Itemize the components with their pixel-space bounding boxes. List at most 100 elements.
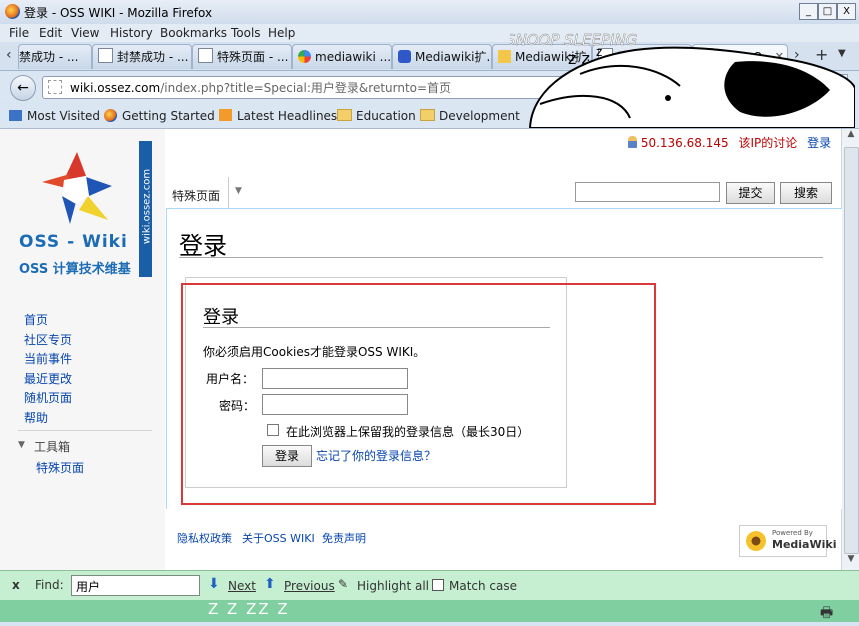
tab-1[interactable]: 禁成功 - ... [18,44,92,69]
highlight-all-button[interactable]: Highlight all [357,579,429,593]
highlight-annotation-box [181,283,656,505]
sidebar-link-recent-changes[interactable]: 最近更改 [24,370,72,387]
sidebar-link-current-events[interactable]: 当前事件 [24,350,72,367]
user-icon [628,136,637,148]
search-text: mediawiki 禁止l [696,81,788,95]
menu-history[interactable]: History [110,26,153,40]
logo-vertical-banner: wiki.ossez.com [139,141,153,277]
tab-8-active[interactable]: 登录 - O... ✕ [692,44,788,69]
menu-edit[interactable]: Edit [39,26,62,40]
match-case-label[interactable]: Match case [449,579,517,593]
footer-privacy-link[interactable]: 隐私权政策 [177,530,232,546]
personal-tools: 50.136.68.145 该IP的讨论 登录 [628,134,831,151]
close-button[interactable]: X [837,3,856,20]
google-icon [298,50,311,63]
tab-close-icon[interactable]: ✕ [775,45,784,69]
minimize-button[interactable]: _ [799,3,818,20]
new-tab-icon[interactable]: + [815,45,828,64]
ip-address-link[interactable]: 50.136.68.145 [641,136,729,150]
page-icon [598,48,613,63]
printer-icon[interactable]: 🖶 [820,602,833,626]
bookmark-star-icon[interactable]: ☆ [610,77,623,95]
mediawiki-icon [498,50,511,63]
window-title: 登录 - OSS WIKI - Mozilla Firefox [24,6,213,20]
firefox-icon [104,109,117,122]
url-text[interactable]: wiki.ossez.com/index.php?title=Special:用… [70,79,451,96]
firefox-icon [5,4,20,19]
page-title: 登录 [179,232,227,260]
match-case-checkbox[interactable] [432,579,444,591]
menu-tools[interactable]: Tools [231,26,261,40]
search-button[interactable]: 搜索 [780,182,832,204]
sidebar-link-main-page[interactable]: 首页 [24,311,48,328]
chevron-down-icon: ▼ [235,186,242,196]
footer-disclaimer-link[interactable]: 免责声明 [322,530,366,546]
login-link[interactable]: 登录 [807,136,831,150]
tab-scroll-right-icon[interactable]: › [794,47,800,63]
most-visited-icon [9,110,22,121]
ip-talk-link[interactable]: 该IP的讨论 [738,136,797,150]
search-magnifier-icon[interactable]: ⌕ [796,77,803,92]
menu-file[interactable]: File [9,26,29,40]
wiki-logo-icon[interactable] [42,152,112,227]
logo-name: OSS - Wiki [19,232,128,252]
tab-special-page[interactable]: 特殊页面 [166,177,229,208]
sidebar-link-help[interactable]: 帮助 [24,409,48,426]
tab-scroll-left-icon[interactable]: ‹ [6,47,12,63]
highlight-pen-icon: ✎ [338,577,349,591]
search-engine-google-icon[interactable] [678,80,690,92]
menu-bookmarks[interactable]: Bookmarks [160,26,227,40]
arrow-up-icon: ⬆ [264,576,276,592]
menu-bar: File Edit View History Bookmarks Tools H… [0,24,859,42]
maximize-button[interactable]: □ [818,3,837,20]
go-button[interactable]: 提交 [726,182,775,204]
footer-about-link[interactable]: 关于OSS WIKI [242,530,315,546]
folder-icon [337,109,352,121]
folder-icon [420,109,435,121]
bookmark-development[interactable]: Development [420,109,520,123]
bookmark-education[interactable]: Education [337,109,416,123]
tab-2[interactable]: 封禁成功 - ... [92,44,192,69]
arrow-down-icon: ⬇ [208,576,220,592]
toolbox-expand-icon[interactable]: ▼ [18,440,25,450]
status-zzz-text: Z Z ZZ Z [208,600,290,618]
home-button[interactable]: ⌂ [820,74,848,99]
tab-4[interactable]: mediawiki ... [292,44,392,69]
tab-6[interactable]: Mediawiki扩... [492,44,592,69]
find-previous-button[interactable]: Previous [284,579,335,593]
site-identity-icon[interactable] [48,80,62,94]
baidu-icon [398,50,411,63]
wiki-search-input[interactable] [575,182,720,202]
logo-subtitle: OSS 计算技术维基 [19,262,131,277]
tab-list-icon[interactable]: ▼ [838,48,846,59]
back-button[interactable]: ← [10,75,36,101]
find-input-value: 用户 [76,580,101,594]
page-actions-dropdown[interactable]: ▼ [229,177,253,208]
title-bar: 登录 - OSS WIKI - Mozilla Firefox _ □ X [0,0,859,25]
sidebar-link-random-page[interactable]: 随机页面 [24,389,72,406]
menu-view[interactable]: View [71,26,99,40]
bookmark-latest-headlines[interactable]: Latest Headlines [219,109,337,123]
bookmark-most-visited[interactable]: Most Visited [9,109,100,123]
vertical-scrollbar[interactable]: ▲ ▼ [841,129,859,570]
tab-7[interactable]: 用户组权限... [592,44,692,69]
rss-icon [219,109,232,121]
find-close-icon[interactable]: x [12,578,20,592]
toolbox-title[interactable]: 工具箱 [34,438,70,455]
find-label: Find: [35,578,64,592]
tab-5[interactable]: Mediawiki扩... [392,44,492,69]
page-icon [698,48,713,63]
menu-help[interactable]: Help [268,26,295,40]
page-icon [98,48,113,63]
title-divider [179,257,823,258]
page-icon [198,48,213,63]
powered-by-mediawiki-badge[interactable]: Powered By MediaWiki [739,525,836,557]
toolbox-link-special-pages[interactable]: 特殊页面 [36,459,84,476]
bookmarks-toolbar: Most Visited Getting Started Latest Head… [0,104,859,129]
find-next-button[interactable]: Next [228,579,256,593]
sidebar-link-community[interactable]: 社区专页 [24,331,72,348]
tab-strip: ‹ 禁成功 - ... 封禁成功 - ... 特殊页面 - ... mediaw… [0,42,859,71]
status-bar [0,600,859,622]
tab-3[interactable]: 特殊页面 - ... [192,44,292,69]
bookmark-getting-started[interactable]: Getting Started [104,109,215,123]
